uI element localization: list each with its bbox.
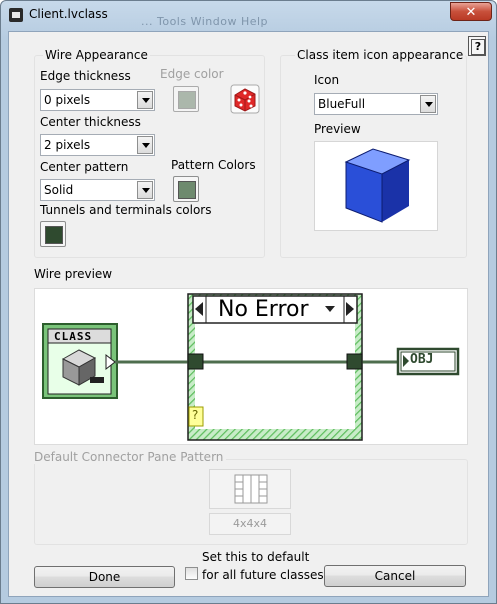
edge-color-swatch[interactable]	[173, 86, 199, 112]
edge-color-label: Edge color	[160, 67, 224, 81]
title-bar[interactable]: Client.lvclass ... Tools Window Help ✕	[1, 1, 496, 29]
edge-thickness-select[interactable]: 0 pixels	[40, 89, 155, 111]
obj-terminal-label: OBJ	[410, 352, 434, 367]
close-button[interactable]: ✕	[450, 2, 492, 21]
pattern-color-swatch[interactable]	[173, 176, 199, 202]
tunnel-color-swatch[interactable]	[40, 221, 66, 247]
edge-thickness-label: Edge thickness	[40, 69, 131, 83]
icon-label: Icon	[314, 73, 340, 87]
pattern-colors-label: Pattern Colors	[171, 158, 256, 172]
wire-preview-panel: CLASS No Error OBJ ?	[34, 288, 468, 445]
case-selector-label: No Error	[218, 297, 309, 322]
wire-appearance-title: Wire Appearance	[43, 48, 150, 62]
background-menu-ghost: ... Tools Window Help	[141, 15, 269, 28]
chevron-down-icon	[137, 136, 153, 154]
chevron-down-icon	[137, 91, 153, 109]
help-button[interactable]: ?	[468, 36, 486, 56]
dialog-client-area: ? Wire Appearance Edge thickness Edge co…	[8, 31, 489, 597]
class-constant-label: CLASS	[54, 330, 93, 343]
edge-color-fill	[178, 91, 196, 109]
blue-cube-icon	[344, 148, 411, 223]
center-pattern-value: Solid	[44, 183, 74, 197]
connector-pane-pattern	[209, 469, 291, 509]
dice-icon[interactable]	[230, 84, 260, 114]
tunnel-color-fill	[45, 226, 63, 244]
wire-preview-label: Wire preview	[34, 267, 113, 281]
default-checkbox[interactable]	[185, 567, 198, 580]
icon-select[interactable]: BlueFull	[314, 93, 438, 115]
icon-select-value: BlueFull	[318, 97, 366, 111]
icon-preview-box	[314, 141, 438, 231]
connector-pattern-label: 4x4x4	[209, 513, 291, 535]
center-pattern-label: Center pattern	[40, 160, 129, 174]
dialog-window: Client.lvclass ... Tools Window Help ✕ ?…	[0, 0, 497, 604]
default-checkbox-label-line1: Set this to default	[202, 550, 310, 564]
center-thickness-value: 2 pixels	[44, 138, 91, 152]
tunnels-terminals-label: Tunnels and terminals colors	[40, 203, 212, 217]
done-button[interactable]: Done	[34, 566, 175, 588]
labview-app-icon	[9, 8, 23, 22]
cancel-button[interactable]: Cancel	[324, 565, 466, 587]
chevron-down-icon	[137, 181, 153, 199]
connector-grid-icon	[234, 474, 268, 504]
default-checkbox-label-line2: for all future classes	[202, 568, 324, 582]
center-thickness-label: Center thickness	[40, 115, 141, 129]
pattern-color-fill	[178, 181, 196, 199]
center-pattern-select[interactable]: Solid	[40, 179, 155, 201]
window-title: Client.lvclass	[29, 7, 108, 21]
connector-pane-title: Default Connector Pane Pattern	[34, 450, 227, 464]
help-icon: ?	[471, 39, 485, 55]
preview-label: Preview	[314, 122, 361, 136]
edge-thickness-value: 0 pixels	[44, 93, 91, 107]
class-icon-title: Class item icon appearance	[295, 48, 466, 62]
selector-terminal-question: ?	[192, 408, 199, 422]
center-thickness-select[interactable]: 2 pixels	[40, 134, 155, 156]
chevron-down-icon	[420, 95, 436, 113]
